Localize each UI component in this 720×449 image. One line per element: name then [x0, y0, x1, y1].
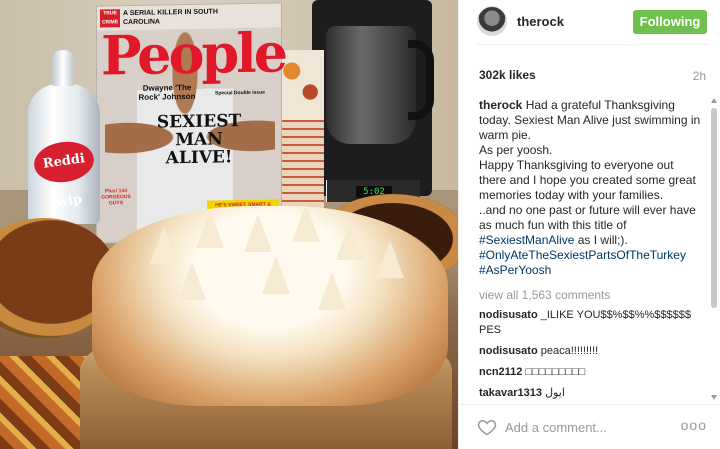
header-divider: [477, 44, 709, 45]
avatar[interactable]: [477, 6, 507, 36]
comment-text: □□□□□□□□□: [525, 366, 586, 378]
meringue-peak: [262, 256, 290, 294]
whipped-cream-label: Reddi wip: [31, 138, 97, 210]
meringue-peak: [244, 214, 272, 252]
scrollbar-thumb[interactable]: [711, 108, 717, 308]
meringue-peak: [376, 240, 404, 278]
comment-item: nodisusato _ILIKE YOU$$%$$%%$$$$$$ PES: [479, 308, 701, 338]
comment-username[interactable]: takavar1313: [479, 387, 542, 399]
comment-text: ایول: [545, 387, 565, 399]
meringue-peak: [292, 204, 320, 242]
username-link[interactable]: therock: [517, 14, 564, 29]
comment-username[interactable]: nodisusato: [479, 309, 538, 321]
comment-item: takavar1313 ایول: [479, 386, 701, 400]
caption-username[interactable]: therock: [479, 98, 522, 112]
hashtag-link[interactable]: #AsPerYoosh: [479, 263, 551, 277]
meringue-peak: [150, 226, 178, 264]
comment-username[interactable]: ncn2112: [479, 366, 522, 378]
magazine-logo: People: [101, 20, 286, 88]
hashtag-link[interactable]: #SexiestManAlive: [479, 233, 574, 247]
coffee-pot-handle: [408, 40, 434, 120]
post-photo[interactable]: 5:02 TRUE CRIME A SERIAL KILLER IN SOUTH…: [0, 0, 458, 449]
caption-text-5: as I will;).: [577, 233, 628, 247]
magazine-cover-headline: SEXIEST MAN ALIVE!: [156, 111, 242, 169]
meringue-peak: [318, 272, 346, 310]
view-all-comments-link[interactable]: view all 1,563 comments: [479, 288, 701, 302]
comment-text: peaca!!!!!!!!!: [540, 345, 599, 357]
caption-text-2: As per yoosh.: [479, 143, 553, 157]
post-sidebar: therock Following 302k likes 2h therock …: [458, 0, 720, 449]
add-comment-input[interactable]: [505, 418, 655, 436]
magazine-issue-label: Special Double Issue: [215, 89, 266, 97]
whipped-cream-nozzle: [52, 50, 74, 86]
meringue-peak: [336, 222, 364, 260]
post-caption: therock Had a grateful Thanksgiving toda…: [479, 98, 701, 278]
magazine-cover-name: Dwayne 'The Rock' Johnson: [138, 82, 196, 102]
comment-footer: ooo: [459, 404, 720, 449]
following-button[interactable]: Following: [633, 10, 707, 34]
scroll-down-arrow-icon[interactable]: [711, 395, 717, 400]
magazine-count-label: Plus! 144 GORGEOUS GUYS: [101, 188, 131, 207]
more-options-icon[interactable]: ooo: [681, 417, 707, 433]
comments-scrollbar[interactable]: [710, 98, 718, 400]
coffee-pot: [326, 26, 416, 144]
post-time[interactable]: 2h: [693, 69, 706, 83]
meringue-peak: [178, 262, 206, 300]
post-header: therock Following: [459, 0, 720, 44]
caption-text-3: Happy Thanksgiving to everyone out there…: [479, 158, 696, 202]
coffee-maker: 5:02: [312, 0, 434, 202]
caption-text-4: ..and no one past or future will ever ha…: [479, 203, 696, 232]
comments-list[interactable]: therock Had a grateful Thanksgiving toda…: [479, 98, 701, 400]
meringue-peak: [196, 210, 224, 248]
likes-count[interactable]: 302k likes: [479, 68, 536, 82]
hashtag-link[interactable]: #OnlyAteTheSexiestPartsOfTheTurkey: [479, 248, 686, 262]
heart-icon[interactable]: [477, 417, 497, 437]
whipped-cream-can: Reddi wip: [28, 50, 100, 224]
scroll-up-arrow-icon[interactable]: [711, 98, 717, 103]
comment-item: nodisusato peaca!!!!!!!!!: [479, 344, 701, 359]
comment-item: ncn2112 □□□□□□□□□: [479, 365, 701, 380]
comment-username[interactable]: nodisusato: [479, 345, 538, 357]
